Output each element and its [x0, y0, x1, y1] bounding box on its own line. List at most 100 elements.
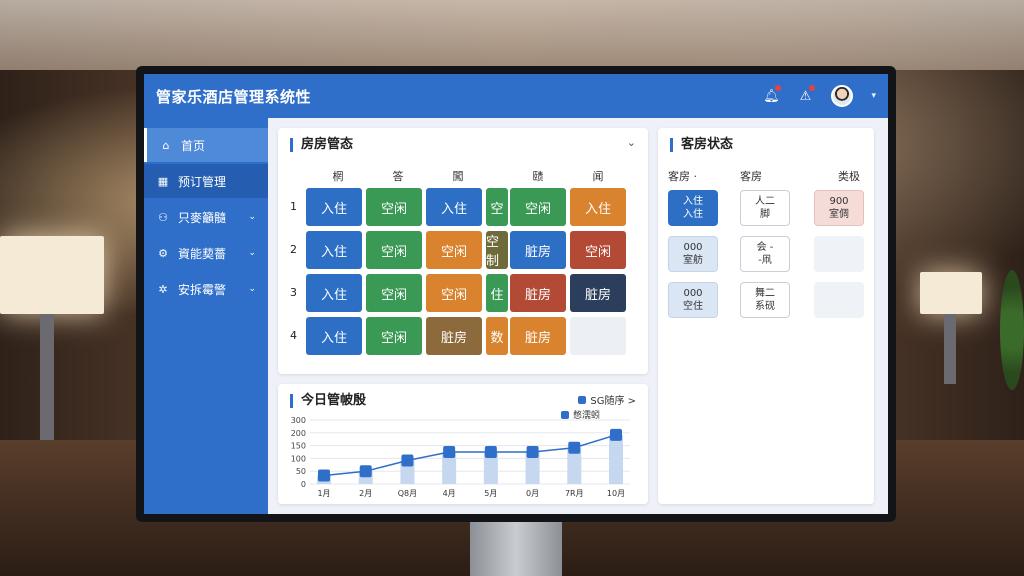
- plant: [1000, 270, 1024, 390]
- panel-title: 房房管态: [290, 138, 353, 152]
- lamp-right: [920, 272, 982, 314]
- sidebar-item-label: 只麥籲髓: [178, 210, 227, 225]
- room-cell[interactable]: 脏房: [510, 231, 566, 269]
- room-cell[interactable]: 入住: [306, 188, 362, 226]
- sidebar-item-3[interactable]: ⚙ 資能葜薔 ⌄: [144, 236, 268, 270]
- status-chip[interactable]: 人二脚: [740, 190, 790, 226]
- x-tick-label: 4月: [443, 489, 456, 498]
- alarm-icon[interactable]: ⚠︎: [797, 85, 816, 104]
- sidebar-item-label: 预订管理: [178, 174, 227, 189]
- room-cell[interactable]: 空闲: [426, 231, 482, 269]
- room-cell[interactable]: 脏房: [426, 317, 482, 355]
- app-title: 管家乐酒店管理系统性: [156, 87, 312, 106]
- room-cell[interactable]: 空闲: [366, 274, 422, 312]
- data-point: [526, 446, 539, 458]
- background-ceiling: [0, 0, 1024, 70]
- room-cell[interactable]: 空闲: [366, 231, 422, 269]
- bar: [609, 434, 623, 484]
- grid-icon: ▦: [157, 174, 169, 188]
- x-tick-label: 1月: [317, 489, 330, 498]
- column-header: 棢: [332, 170, 344, 183]
- guest-status-panel: 客房状态 客房 · 客房 类极 入住 入住 人二脚 900 室倜 000 室舫会 - -凧 000 空住…: [658, 128, 874, 504]
- room-status-panel: 房房管态 ⌄ 棢答闖赜闻 1 入住 空闲 入住空空闲 入住 2 入住 空闲 空闲 空制 脏房 空闲 3 入住…: [278, 128, 648, 374]
- room-cell[interactable]: 入住: [570, 188, 626, 226]
- bell-icon[interactable]: 🔔︎: [763, 85, 782, 104]
- x-tick-label: 0月: [526, 489, 539, 498]
- column-header: 赜: [532, 170, 544, 183]
- status-header: 类极: [838, 170, 860, 183]
- status-chip[interactable]: 900 室倜: [814, 190, 864, 226]
- x-tick-label: 7R月: [565, 489, 584, 498]
- x-tick-label: 5月: [484, 489, 497, 498]
- lamp-right-base: [944, 314, 956, 384]
- status-chip[interactable]: 会 - -凧: [740, 236, 790, 272]
- chip-line: 入住: [683, 209, 703, 220]
- room-cell[interactable]: 入住: [306, 274, 362, 312]
- chevron-down-icon[interactable]: ⌄: [248, 212, 256, 222]
- panel-title: 客房状态: [670, 138, 733, 152]
- sidebar-item-4[interactable]: ✲ 安拆霉警 ⌄: [144, 272, 268, 306]
- room-cell[interactable]: 脏房: [570, 274, 626, 312]
- data-point: [568, 441, 581, 454]
- chip-line: 入住: [683, 196, 703, 207]
- y-tick-label: 300: [291, 416, 306, 425]
- status-chip[interactable]: 入住 入住: [668, 190, 718, 226]
- data-point: [443, 446, 456, 458]
- home-icon: ⌂: [162, 138, 170, 152]
- status-chip[interactable]: 000 室舫: [668, 236, 718, 272]
- chip-line: 系砚: [755, 301, 775, 312]
- room-cell[interactable]: 脏房: [510, 274, 566, 312]
- status-chip[interactable]: [814, 236, 864, 272]
- status-chip[interactable]: 000 空住: [668, 282, 718, 318]
- room-cell[interactable]: 空闲: [426, 274, 482, 312]
- room-cell[interactable]: 空制: [486, 231, 508, 269]
- chevron-down-icon[interactable]: ▾: [871, 91, 876, 101]
- status-chip[interactable]: [814, 282, 864, 318]
- chip-line: 室舫: [683, 255, 703, 266]
- room-cell[interactable]: 脏房: [510, 317, 566, 355]
- y-tick-label: 100: [291, 454, 306, 463]
- sidebar-item-label: 首页: [181, 138, 206, 153]
- sidebar-item-label: 安拆霉警: [178, 282, 227, 297]
- chip-line: 人二: [755, 196, 775, 207]
- room-cell[interactable]: 空闲: [510, 188, 566, 226]
- data-point: [401, 454, 414, 467]
- collapse-icon[interactable]: ⌄: [627, 136, 636, 149]
- y-tick-label: 150: [291, 442, 306, 451]
- screen: 管家乐酒店管理系统性 🔔︎ ⚠︎ ▾ ⌂ 首页 ▦ 预订管理 ⚇ 只麥籲髓 ⌄ ⚙ 資能葜薔 ⌄ ✲…: [144, 74, 888, 514]
- sidebar: ⌂ 首页 ▦ 预订管理 ⚇ 只麥籲髓 ⌄ ⚙ 資能葜薔 ⌄ ✲ 安拆霉警 ⌄: [144, 118, 268, 514]
- users-icon: ⚇: [158, 210, 168, 224]
- chevron-down-icon[interactable]: ⌄: [248, 248, 256, 258]
- room-cell[interactable]: [570, 317, 626, 355]
- room-cell[interactable]: 入住: [306, 317, 362, 355]
- y-tick-label: 50: [296, 467, 306, 476]
- monitor-stand: [470, 522, 562, 576]
- room-cell[interactable]: 入住: [306, 231, 362, 269]
- chevron-down-icon[interactable]: ⌄: [248, 284, 256, 294]
- room-cell[interactable]: 空闲: [366, 188, 422, 226]
- row-number: 2: [290, 243, 297, 256]
- top-bar: 管家乐酒店管理系统性 🔔︎ ⚠︎ ▾: [144, 74, 888, 118]
- chip-line: 000: [683, 242, 703, 253]
- data-point: [484, 446, 497, 458]
- x-tick-label: Q8月: [398, 489, 417, 498]
- status-header: 客房 ·: [668, 170, 697, 183]
- lamp-left: [0, 236, 104, 314]
- room-cell[interactable]: 空闲: [570, 231, 626, 269]
- sidebar-item-2[interactable]: ⚇ 只麥籲髓 ⌄: [144, 200, 268, 234]
- row-number: 4: [290, 329, 297, 342]
- line-chart: 300 200 150 100 50 0 1月 2月 Q8月 4月 5月 0月 7R月 10月: [291, 416, 630, 498]
- data-point: [359, 465, 372, 478]
- room-cell[interactable]: 数: [486, 317, 508, 355]
- data-point: [610, 428, 622, 441]
- room-cell[interactable]: 空: [486, 188, 508, 226]
- sidebar-item-0[interactable]: ⌂ 首页: [144, 128, 268, 162]
- avatar[interactable]: [831, 85, 854, 107]
- room-cell[interactable]: 住: [486, 274, 508, 312]
- chip-line: 会 -: [756, 242, 774, 253]
- room-cell[interactable]: 空闲: [366, 317, 422, 355]
- status-chip[interactable]: 舞二 系砚: [740, 282, 790, 318]
- sidebar-item-1[interactable]: ▦ 预订管理: [144, 164, 268, 198]
- room-cell[interactable]: 入住: [426, 188, 482, 226]
- x-tick-label: 10月: [607, 489, 625, 498]
